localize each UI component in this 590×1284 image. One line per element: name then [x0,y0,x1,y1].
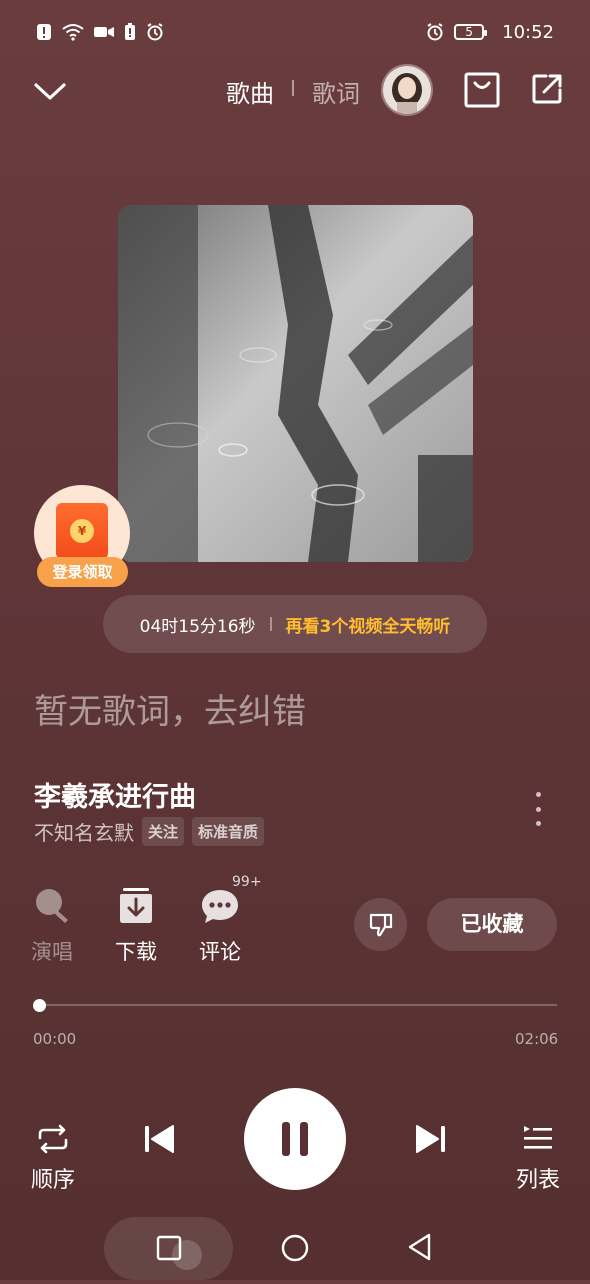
quality-tag[interactable]: 标准音质 [192,817,265,846]
collected-button[interactable]: 已收藏 [427,898,557,951]
watch-video-offer[interactable]: 再看3个视频全天畅听 [286,612,451,637]
vip-timer-pill[interactable]: 04时15分16秒 再看3个视频全天畅听 [103,595,487,653]
status-icons-left [36,23,164,41]
comment-button[interactable]: 评论 [190,886,250,966]
play-mode-button[interactable]: 顺序 [30,1124,76,1194]
battery-indicator: 5 [454,24,488,40]
countdown-text: 04时15分16秒 [139,616,256,637]
playlist-label: 列表 [515,1168,560,1193]
comment-icon [202,890,238,923]
total-time: 02:06 [515,1030,559,1048]
nav-recent-button[interactable] [104,1217,233,1280]
alarm-icon [427,23,443,41]
coin-icon: ¥ [70,519,94,543]
shopping-bag-icon[interactable] [462,70,502,110]
thumbs-down-icon [369,913,392,936]
previous-track-icon[interactable] [143,1123,175,1155]
alert-icon [37,24,51,40]
microphone-icon [36,889,68,923]
avatar[interactable] [381,64,433,116]
current-time: 00:00 [33,1030,77,1048]
tab-lyrics[interactable]: 歌词 [312,74,360,109]
wifi-icon [62,24,84,41]
playlist-button[interactable]: 列表 [515,1124,561,1194]
artist-row: 不知名玄默 关注 标准音质 [34,817,265,846]
album-cover [118,205,473,562]
play-mode-label: 顺序 [30,1168,75,1193]
status-icons-right: 5 10:52 [426,22,554,43]
chevron-down-icon[interactable] [30,76,70,106]
camera-icon [94,27,114,37]
divider [269,617,272,631]
clock: 10:52 [502,21,554,43]
download-icon [120,888,152,923]
song-title: 李羲承进行曲 [34,782,196,813]
album-cover-image [118,205,473,562]
download-label: 下载 [115,940,157,964]
comment-label: 评论 [199,940,241,964]
square-icon [156,1235,202,1270]
download-button[interactable]: 下载 [106,886,166,966]
no-lyrics-link[interactable]: 暂无歌词，去纠错 [34,684,306,733]
sing-label: 演唱 [31,940,73,964]
status-bar: 5 10:52 [36,18,554,46]
battery-alert-icon [125,23,135,40]
pause-icon [282,1122,308,1156]
follow-tag[interactable]: 关注 [142,817,185,846]
artist-name[interactable]: 不知名玄默 [34,817,134,846]
tab-song[interactable]: 歌曲 [226,74,274,109]
comment-count-badge: 99+ [232,874,262,890]
pause-button[interactable] [244,1088,346,1190]
red-envelope-icon: ¥ [56,503,108,559]
next-track-icon[interactable] [415,1123,447,1155]
tab-divider [292,80,294,96]
player-header: 歌曲 歌词 [0,60,590,122]
dislike-button[interactable] [354,898,407,951]
progress-track[interactable] [39,1004,557,1006]
more-options-icon[interactable] [528,792,548,826]
alarm-icon [147,23,163,41]
nav-back-icon[interactable] [405,1232,435,1262]
sing-button[interactable]: 演唱 [22,886,82,966]
playlist-icon [524,1126,552,1149]
avatar-image [383,66,431,114]
nav-home-icon[interactable] [280,1233,310,1263]
share-icon[interactable] [530,72,564,106]
repeat-icon [38,1124,68,1154]
progress-knob[interactable] [33,999,46,1012]
red-packet-label[interactable]: 登录领取 [37,557,128,587]
